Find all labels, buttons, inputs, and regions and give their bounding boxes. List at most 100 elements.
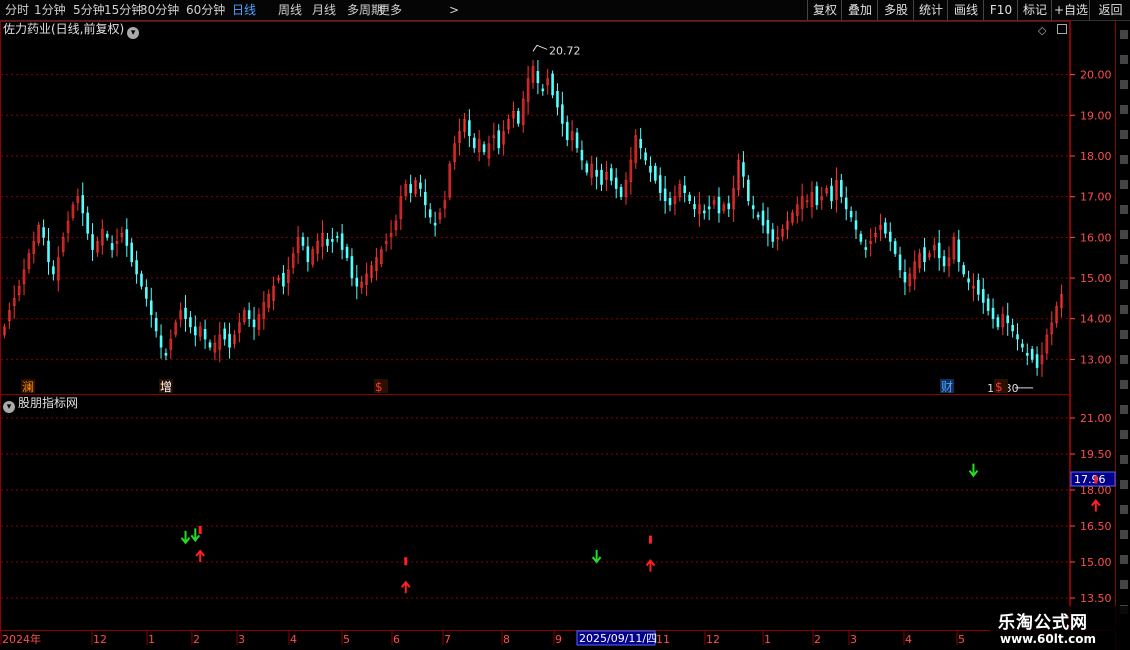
indicator-axis-label: 16.50 — [1080, 520, 1112, 533]
candle-body — [472, 137, 476, 149]
side-strip-glyph — [1120, 355, 1128, 364]
price-axis-label: 18.00 — [1080, 150, 1112, 163]
side-strip-glyph — [1120, 130, 1128, 139]
candle-body — [580, 149, 584, 161]
candle-body — [135, 260, 138, 275]
candle-body — [482, 144, 486, 153]
chevron-down-icon[interactable]: ▾ — [3, 401, 15, 413]
candle-body — [761, 210, 765, 226]
date-axis-label: 4 — [290, 633, 297, 646]
kline-chart[interactable]: ◇ 20.00 19.00 18.00 17.00 16.00 15.00 14.00 13.0… — [0, 0, 1130, 650]
date-axis-label: 6 — [393, 633, 400, 646]
candle-body — [923, 247, 926, 263]
candle-body — [282, 272, 285, 287]
candle-body — [658, 175, 662, 193]
candle-body — [649, 165, 652, 173]
candle-body — [977, 279, 980, 295]
indicator-axis-label: 19.50 — [1080, 448, 1112, 461]
candle-body — [884, 222, 887, 234]
candle-body — [47, 240, 50, 263]
candle-body — [105, 233, 109, 238]
price-axis-label: 15.00 — [1080, 272, 1112, 285]
candle-body — [419, 182, 422, 189]
candle-body — [409, 184, 412, 193]
candle-body — [619, 187, 623, 197]
indicator-panel-frame — [0, 394, 1070, 631]
side-strip-glyph — [1120, 505, 1128, 514]
candle-body — [766, 219, 770, 234]
side-strip-glyph — [1120, 255, 1128, 264]
candle-body — [595, 169, 598, 177]
candle-body — [189, 317, 192, 328]
indicator-axis-label: 13.50 — [1080, 592, 1112, 605]
candle-body — [340, 233, 344, 250]
side-strip-glyph — [1120, 180, 1128, 189]
candle-body — [42, 227, 45, 238]
candle-body — [844, 197, 848, 210]
candle-body — [306, 246, 310, 263]
event-marker: 财 — [941, 380, 953, 394]
event-marker: $ — [375, 380, 383, 394]
candle-body — [707, 206, 711, 210]
cursor-date-label: 2025/09/11/四 — [579, 632, 657, 645]
candle-body — [864, 247, 868, 250]
candle-body — [81, 195, 85, 214]
candle-body — [517, 110, 520, 124]
candle-body — [727, 203, 731, 210]
candle-body — [130, 242, 133, 263]
price-axis-label: 13.00 — [1080, 353, 1112, 366]
candle-body — [52, 266, 55, 275]
candle-body — [888, 231, 892, 242]
date-axis-label: 3 — [238, 633, 245, 646]
date-axis-label: 7 — [444, 633, 451, 646]
candle-body — [644, 152, 647, 161]
candle-body — [693, 204, 696, 210]
candle-body — [957, 239, 961, 263]
date-axis-label: 5 — [958, 633, 965, 646]
candle-body — [468, 120, 471, 136]
candle-body — [335, 236, 339, 238]
candle-body — [1021, 343, 1024, 348]
candle-body — [428, 209, 432, 218]
candle-body — [536, 71, 540, 84]
candle-body — [893, 241, 897, 254]
candle-body — [962, 265, 965, 275]
candle-body — [1006, 315, 1010, 324]
watermark: 乐淘公式网 www.60lt.com — [990, 606, 1130, 650]
watermark-logo-text: 乐淘公式网 — [998, 613, 1088, 633]
indicator-name: 股朋指标网 — [18, 396, 79, 410]
max-price-pointer — [532, 44, 548, 52]
candle-body — [854, 220, 858, 230]
candle-body — [110, 243, 114, 250]
side-strip-glyph — [1120, 305, 1128, 314]
candle-body — [849, 211, 853, 218]
candle-body — [91, 234, 94, 250]
side-strip-glyph — [1120, 405, 1128, 414]
date-axis-label: 2024年 — [2, 632, 41, 646]
date-axis-label: 2 — [814, 633, 821, 646]
candle-body — [541, 88, 545, 92]
candle-body — [830, 185, 833, 202]
candle-body — [1016, 334, 1019, 340]
candle-body — [996, 317, 1000, 328]
candle-body — [125, 229, 129, 246]
candle-body — [756, 214, 760, 218]
date-axis-label: 1 — [764, 633, 771, 646]
side-strip-glyph — [1120, 280, 1128, 289]
candle-body — [937, 242, 941, 259]
candle-body — [585, 163, 589, 173]
candle-body — [840, 180, 843, 197]
event-marker: 澜 — [22, 380, 34, 394]
indicator-axis-label: 15.00 — [1080, 556, 1112, 569]
candle-body — [600, 169, 603, 185]
side-strip-glyph — [1120, 555, 1128, 564]
candle-body — [203, 329, 207, 340]
candle-body — [639, 139, 642, 149]
candle-body — [223, 328, 226, 340]
date-axis-label: 12 — [93, 633, 107, 646]
candle-body — [898, 254, 902, 271]
candle-body — [159, 335, 163, 348]
candle-body — [208, 342, 212, 348]
side-strip-glyph — [1120, 155, 1128, 164]
candle-body — [1011, 324, 1014, 332]
